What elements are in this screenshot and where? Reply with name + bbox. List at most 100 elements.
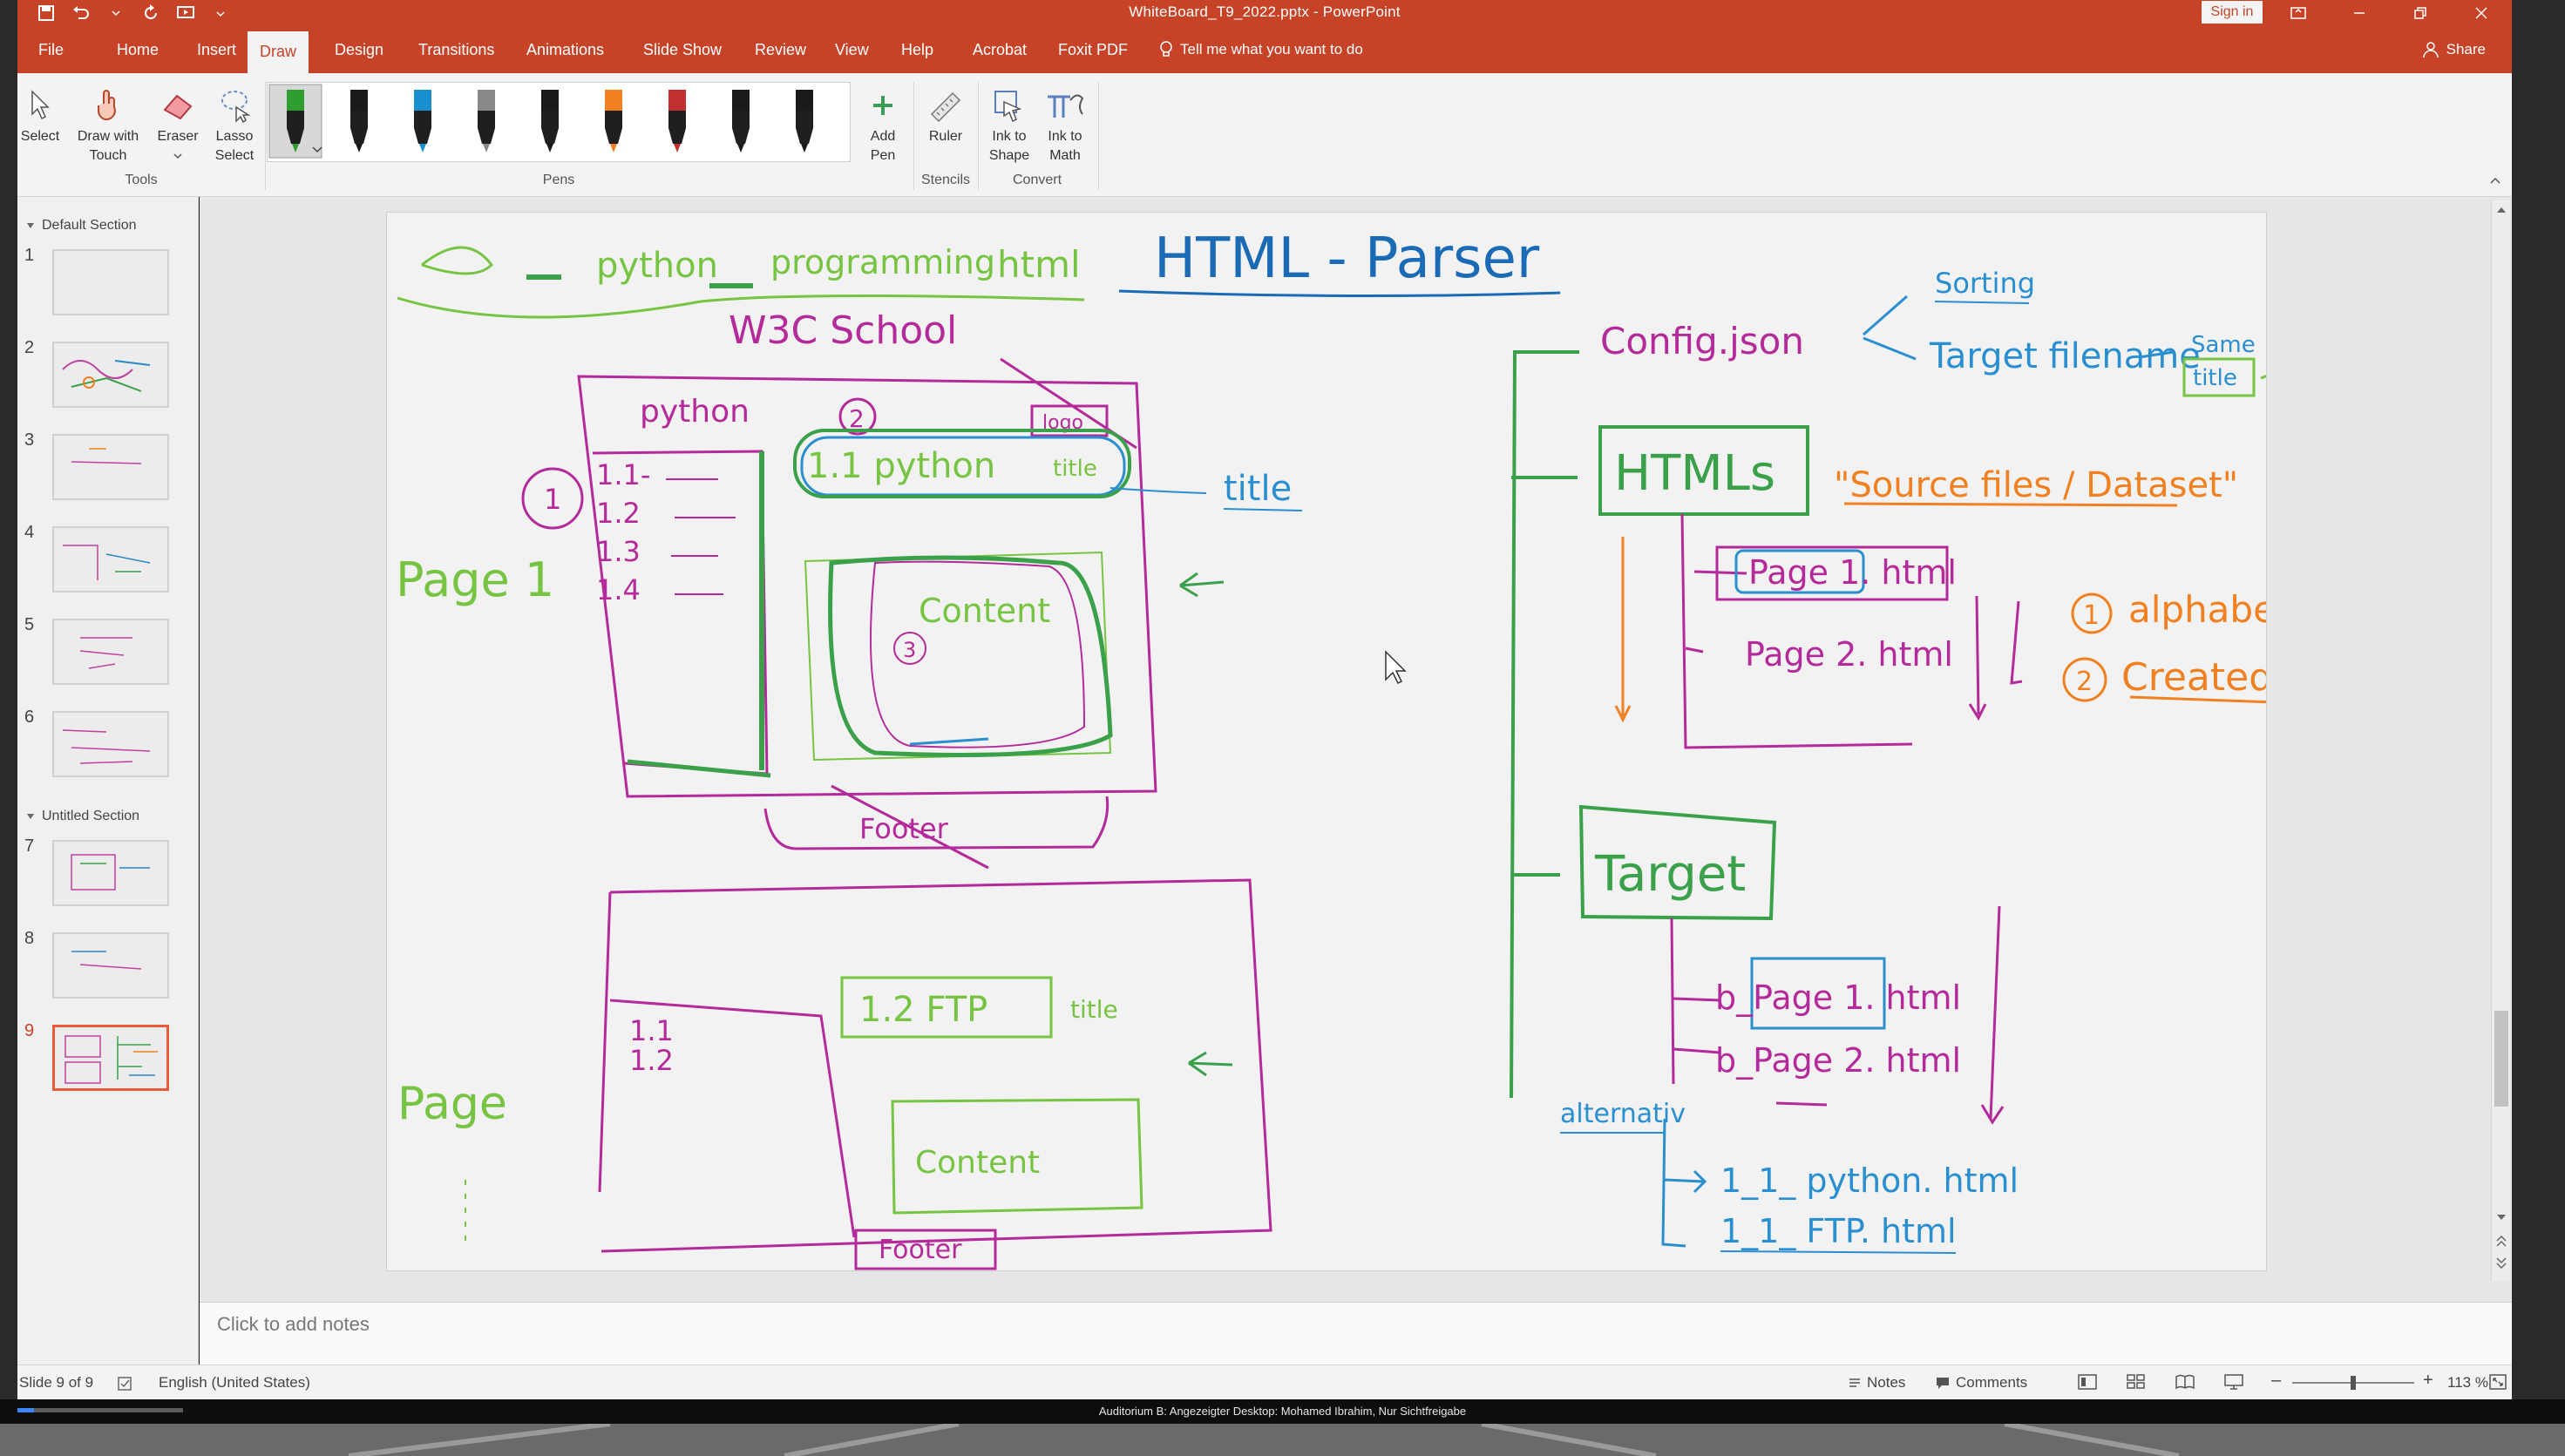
tab-animations[interactable]: Animations [514, 26, 616, 73]
eraser-dropdown-icon[interactable] [173, 152, 182, 159]
scroll-up-icon[interactable] [2496, 206, 2507, 214]
draw-with-touch-button[interactable]: Draw with Touch [66, 84, 150, 166]
fit-to-window-icon[interactable] [2489, 1374, 2507, 1390]
select-button[interactable]: Select [17, 84, 63, 146]
minimize-icon[interactable] [2329, 0, 2390, 26]
slide-thumbnail-3[interactable] [52, 434, 169, 500]
pen[interactable] [541, 90, 559, 152]
ink-to-math-button[interactable]: Ink to Math [1037, 84, 1093, 166]
notes-button[interactable]: Notes [1848, 1374, 1905, 1392]
draw-ribbon: Select Draw with Touch Eraser Lasso Sele… [17, 73, 2512, 197]
tab-file[interactable]: File [26, 26, 76, 73]
lasso-select-button[interactable]: Lasso Select [207, 84, 261, 166]
slide-number: 3 [24, 430, 35, 450]
tab-acrobat[interactable]: Acrobat [960, 26, 1039, 73]
restore-icon[interactable] [2390, 0, 2451, 26]
tell-me-label: Tell me what you want to do [1180, 41, 1363, 58]
section-default[interactable]: Default Section [26, 218, 137, 234]
scroll-down-icon[interactable] [2496, 1213, 2507, 1222]
pen[interactable] [350, 90, 368, 152]
language-indicator[interactable]: English (United States) [159, 1374, 310, 1392]
conference-overlay: Auditorium B: Angezeigter Desktop: Moham… [0, 1399, 2565, 1424]
current-slide-canvas[interactable]: python programming html HTML - Parser W3… [387, 213, 2266, 1270]
tab-foxit-pdf[interactable]: Foxit PDF [1046, 26, 1140, 73]
collapse-ribbon-icon[interactable] [2489, 176, 2501, 185]
ink-html: html [997, 243, 1081, 286]
pen[interactable] [796, 90, 813, 152]
add-pen-label-1: Add [870, 129, 896, 144]
slide-thumbnail-6[interactable] [52, 711, 169, 777]
pen[interactable] [732, 90, 750, 152]
ink-htmls: HTMLs [1614, 445, 1775, 502]
slide-thumbnail-7[interactable] [52, 840, 169, 906]
next-slide-icon[interactable] [2496, 1256, 2507, 1269]
ink-content: Content [919, 592, 1050, 630]
slide-thumbnail-5[interactable] [52, 619, 169, 685]
tab-slide-show[interactable]: Slide Show [631, 26, 734, 73]
thumbnail-scribble [79, 637, 132, 669]
room-background [0, 1424, 2565, 1456]
pen[interactable] [414, 90, 431, 152]
previous-slide-icon[interactable] [2496, 1236, 2507, 1248]
slide-thumbnail-4[interactable] [52, 526, 169, 593]
tab-insert[interactable]: Insert [185, 26, 248, 73]
zoom-out-button[interactable]: – [2271, 1371, 2281, 1391]
slide-show-icon[interactable] [2224, 1374, 2243, 1390]
pen[interactable] [478, 90, 495, 152]
ink-order-1: 1 [2083, 600, 2100, 631]
group-separator [265, 82, 266, 190]
zoom-slider-thumb[interactable] [2351, 1376, 2356, 1390]
ink-nav-item: 1.2 [596, 497, 641, 530]
ink-page-1: Page 1 [396, 552, 554, 607]
tab-help[interactable]: Help [889, 26, 946, 73]
sign-in-button[interactable]: Sign in [2202, 1, 2263, 24]
pen[interactable] [668, 90, 686, 152]
ribbon-display-options-icon[interactable] [2268, 0, 2329, 26]
tab-design[interactable]: Design [322, 26, 396, 73]
stencils-group-label: Stencils [920, 173, 971, 187]
add-pen-button[interactable]: Add Pen [859, 84, 906, 166]
slide-number: 7 [24, 836, 35, 856]
ink-header-1-1-python: 1.1 python [807, 446, 995, 486]
spell-check-icon[interactable] [117, 1376, 134, 1392]
ink-to-shape-button[interactable]: Ink to Shape [981, 84, 1037, 166]
pi-icon [1048, 94, 1084, 118]
zoom-in-button[interactable]: + [2423, 1371, 2433, 1391]
slide-thumbnail-8[interactable] [52, 932, 169, 999]
tab-transitions[interactable]: Transitions [406, 26, 506, 73]
slide-thumbnail-1[interactable] [52, 249, 169, 315]
notes-pane[interactable]: Click to add notes [200, 1302, 2512, 1365]
slide-number: 1 [24, 246, 35, 265]
vertical-scrollbar[interactable] [2491, 200, 2510, 1281]
ink-title-label: title [1224, 469, 1292, 509]
tab-review[interactable]: Review [743, 26, 818, 73]
slide-sorter-icon[interactable] [2127, 1374, 2146, 1390]
ink-python: python [596, 246, 718, 286]
ribbon-tabs: File Home Insert Draw Design Transitions… [17, 26, 2512, 73]
zoom-slider[interactable] [2292, 1376, 2414, 1390]
section-untitled[interactable]: Untitled Section [26, 809, 139, 824]
pen-selected[interactable] [268, 84, 322, 159]
ink-title-small: title [1053, 456, 1097, 482]
ink-to-math-label-2: Math [1049, 148, 1081, 163]
zoom-percentage[interactable]: 113 % [2447, 1374, 2488, 1392]
pen[interactable] [605, 90, 622, 152]
slide-thumbnail-9[interactable] [52, 1025, 169, 1091]
ruler-button[interactable]: Ruler [919, 84, 973, 146]
close-icon[interactable] [2451, 0, 2512, 26]
tab-draw[interactable]: Draw [248, 31, 309, 73]
normal-view-icon[interactable] [2078, 1374, 2097, 1390]
eraser-button[interactable]: Eraser [152, 84, 204, 166]
comments-button[interactable]: Comments [1935, 1374, 2027, 1392]
notes-label: Notes [1867, 1374, 1906, 1391]
share-button[interactable]: Share [2422, 26, 2486, 73]
ink-circle-3: 3 [903, 638, 916, 662]
slide-thumbnail-2[interactable] [52, 342, 169, 408]
tab-home[interactable]: Home [105, 26, 171, 73]
scrollbar-thumb[interactable] [2494, 1011, 2508, 1107]
tell-me-search[interactable]: Tell me what you want to do [1159, 26, 1363, 73]
reading-view-icon[interactable] [2175, 1374, 2195, 1390]
thumbnail-scribble [62, 360, 151, 392]
ruler-label: Ruler [928, 129, 963, 144]
tab-view[interactable]: View [823, 26, 881, 73]
